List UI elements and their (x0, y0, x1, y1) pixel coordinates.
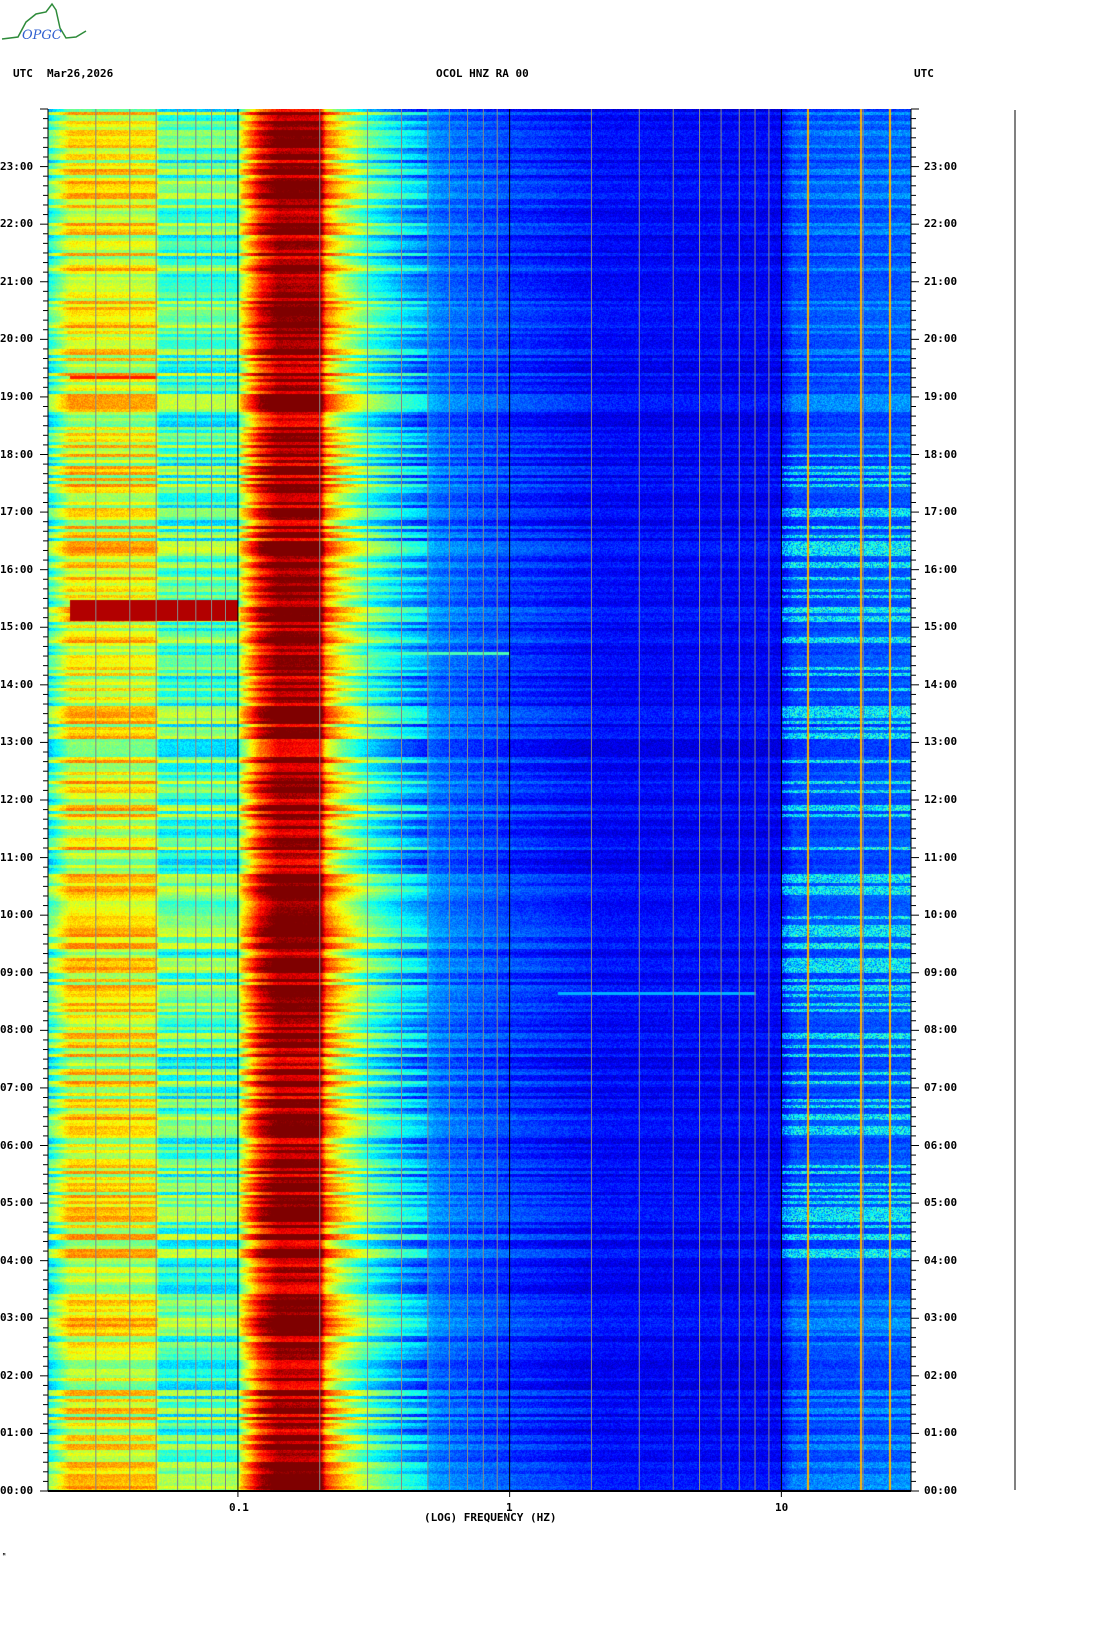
y-tick-label-left: 12:00 (0, 793, 34, 806)
y-tick-label-left: 02:00 (0, 1368, 34, 1382)
y-tick-label-right: 10:00 (924, 908, 958, 922)
y-tick-label-left: 23:00 (0, 159, 34, 173)
y-tick-label-left: 21:00 (0, 274, 34, 288)
y-tick-label-right: 00:00 (924, 1484, 958, 1497)
y-tick-label-right: 04:00 (924, 1253, 958, 1267)
spectrogram-page: OPGC UTC Mar26,2026 OCOL HNZ RA 00 UTC 0… (0, 0, 1102, 1634)
y-tick-label-left: 10:00 (0, 908, 34, 922)
y-tick-label-right: 11:00 (924, 850, 958, 864)
y-tick-label-left: 03:00 (0, 1311, 34, 1325)
y-tick-label-left: 08:00 (0, 1023, 34, 1037)
y-tick-label-left: 20:00 (0, 332, 34, 346)
y-tick-label-left: 00:00 (0, 1484, 34, 1497)
y-tick-label-right: 06:00 (924, 1138, 958, 1152)
y-tick-label-right: 05:00 (924, 1196, 958, 1210)
y-tick-label-left: 13:00 (0, 735, 34, 749)
x-axis-title: (LOG) FREQUENCY (HZ) (424, 1511, 557, 1524)
footer-mark: ᴹ (2, 1552, 7, 1560)
y-tick-label-left: 07:00 (0, 1080, 34, 1094)
y-tick-label-left: 22:00 (0, 217, 34, 231)
y-tick-label-left: 09:00 (0, 965, 34, 979)
chart-axes (40, 108, 1016, 1497)
y-tick-label-left: 19:00 (0, 389, 34, 403)
y-tick-label-left: 15:00 (0, 620, 34, 634)
y-tick-label-right: 15:00 (924, 620, 958, 634)
y-tick-label-right: 22:00 (924, 217, 958, 231)
y-tick-label-left: 05:00 (0, 1196, 34, 1210)
x-tick-label-10: 10 (775, 1501, 789, 1514)
y-tick-label-left: 18:00 (0, 447, 34, 461)
y-tick-label-left: 04:00 (0, 1253, 34, 1267)
y-tick-label-right: 12:00 (924, 793, 958, 806)
y-tick-label-right: 18:00 (924, 447, 958, 461)
y-tick-label-right: 21:00 (924, 274, 958, 288)
y-tick-label-left: 14:00 (0, 677, 34, 691)
y-tick-label-right: 02:00 (924, 1368, 958, 1382)
y-tick-label-right: 09:00 (924, 965, 958, 979)
y-tick-label-right: 08:00 (924, 1023, 958, 1037)
y-tick-label-left: 06:00 (0, 1138, 34, 1152)
y-tick-label-left: 11:00 (0, 850, 34, 864)
y-tick-label-right: 14:00 (924, 677, 958, 691)
y-tick-label-right: 17:00 (924, 505, 958, 519)
y-tick-label-left: 01:00 (0, 1426, 34, 1440)
y-tick-label-left: 17:00 (0, 505, 34, 519)
y-tick-label-right: 23:00 (924, 159, 958, 173)
y-tick-label-right: 16:00 (924, 562, 958, 576)
y-tick-label-left: 16:00 (0, 562, 34, 576)
y-tick-label-right: 13:00 (924, 735, 958, 749)
y-tick-label-right: 07:00 (924, 1080, 958, 1094)
y-tick-label-right: 19:00 (924, 389, 958, 403)
y-tick-label-right: 20:00 (924, 332, 958, 346)
y-tick-label-right: 03:00 (924, 1311, 958, 1325)
x-tick-label-0.1: 0.1 (229, 1501, 249, 1514)
y-tick-label-right: 01:00 (924, 1426, 958, 1440)
